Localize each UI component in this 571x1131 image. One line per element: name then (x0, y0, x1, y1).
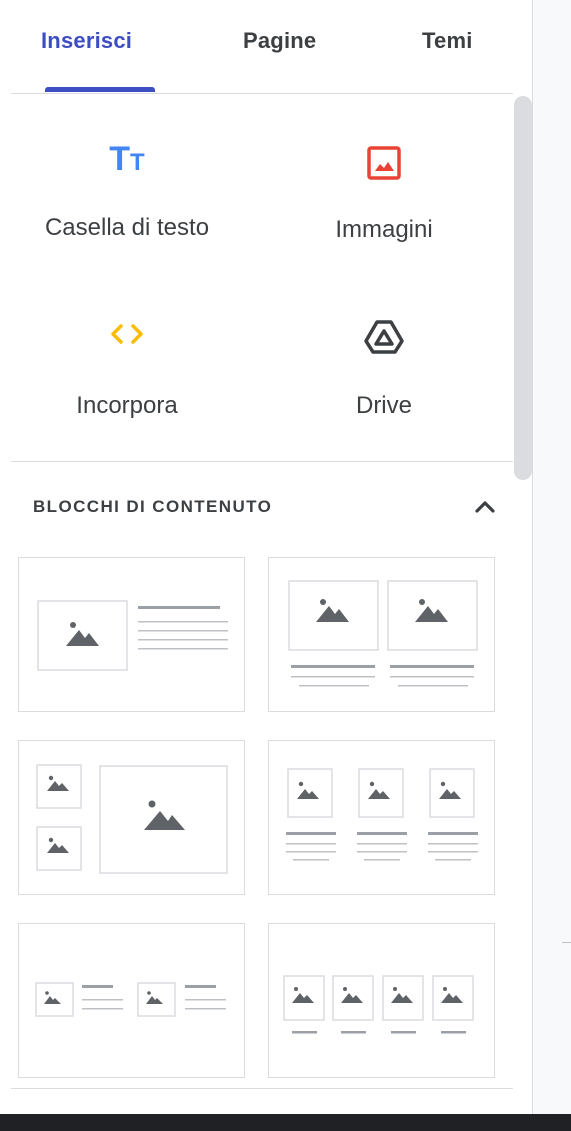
layout-preview-four-images-with-captions (283, 975, 474, 1034)
layout-preview-image-left-text-right (37, 600, 228, 671)
chevron-up-icon (475, 501, 495, 513)
layout-two-images-with-text[interactable] (268, 557, 495, 712)
layout-three-images-with-text[interactable] (268, 740, 495, 895)
embed-label: Incorpora (76, 392, 178, 419)
canvas-edge (532, 0, 571, 1131)
layout-image-left-text-right[interactable] (18, 557, 245, 712)
bottom-bar (0, 1114, 571, 1131)
insert-images-button[interactable]: Immagini (264, 130, 504, 290)
content-blocks-title: BLOCCHI DI CONTENUTO (33, 497, 273, 516)
scrollbar-thumb[interactable] (514, 96, 532, 480)
layout-preview-two-images-inline-text (35, 982, 226, 1017)
tab-temi[interactable]: Temi (422, 28, 473, 54)
embed-code-icon (111, 324, 143, 344)
layout-four-images-with-captions[interactable] (268, 923, 495, 1078)
text-box-label: Casella di testo (44, 214, 210, 241)
drive-icon (364, 320, 404, 354)
bottom-divider (11, 1088, 513, 1089)
canvas-edge-marker (562, 942, 571, 943)
text-box-icon: TT (109, 140, 145, 178)
images-label: Immagini (335, 216, 433, 243)
drive-label: Drive (355, 392, 412, 419)
tab-inserisci[interactable]: Inserisci (41, 28, 132, 54)
tabs-divider (11, 93, 513, 94)
insert-drive-button[interactable]: Drive (264, 300, 504, 460)
layout-two-small-one-large-image[interactable] (18, 740, 245, 895)
layout-preview-three-images-with-text (286, 768, 478, 861)
insert-embed-button[interactable]: Incorpora (7, 300, 247, 460)
insert-text-box-button[interactable]: TT Casella di testo (7, 130, 247, 290)
insert-panel: Inserisci Pagine Temi TT Casella di test… (0, 0, 513, 1131)
layout-preview-two-images-with-text (288, 580, 478, 687)
collapse-content-blocks-button[interactable] (470, 492, 500, 522)
layout-two-images-inline-text[interactable] (18, 923, 245, 1078)
section-divider (11, 461, 513, 462)
active-tab-indicator (45, 87, 155, 92)
tab-pagine[interactable]: Pagine (243, 28, 316, 54)
image-icon (367, 146, 401, 180)
layout-preview-two-small-one-large-image (36, 764, 228, 874)
